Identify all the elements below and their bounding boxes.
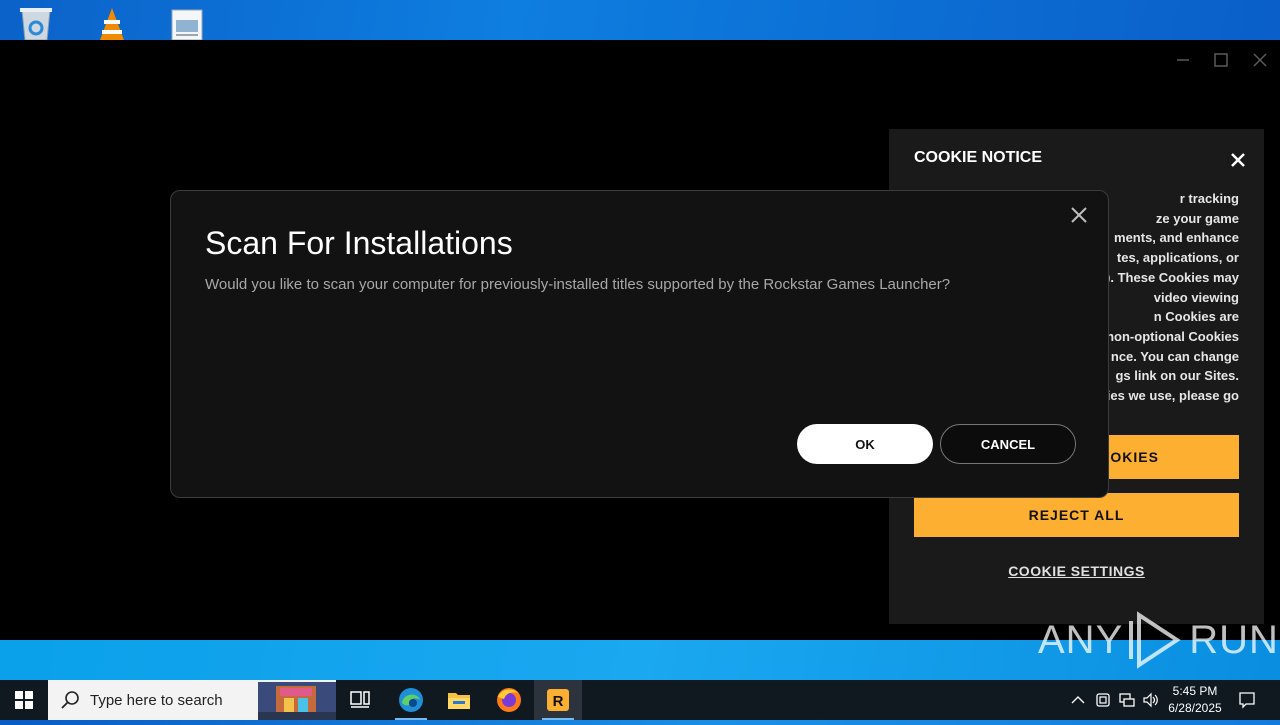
start-button[interactable] [0,680,48,720]
play-logo-icon [1129,611,1181,669]
dialog-message: Would you like to scan your computer for… [205,276,951,293]
maximize-button[interactable] [1206,50,1236,70]
reject-all-button[interactable]: REJECT ALL [914,493,1239,537]
taskbar-clock[interactable]: 5:45 PM 6/28/2025 [1160,683,1230,717]
watermark-text-left: ANY [1038,617,1124,662]
launcher-window: COOKIE NOTICE r tracking ze your game me… [0,40,1280,640]
show-hidden-icons-button[interactable] [1066,680,1090,720]
window-close-button[interactable] [1245,50,1275,70]
watermark-text-right: RUN [1189,617,1279,662]
edge-taskbar-button[interactable] [387,680,435,720]
ok-button[interactable]: OK [797,424,933,464]
chevron-up-icon [1071,696,1085,704]
cancel-button[interactable]: CANCEL [940,424,1076,464]
firefox-icon [497,688,521,712]
file-icon[interactable] [166,6,206,41]
rockstar-icon: R [547,689,569,711]
clock-time: 5:45 PM [1172,684,1218,698]
volume-icon [1143,692,1158,708]
clock-date: 6/28/2025 [1168,701,1222,715]
rockstar-launcher-button[interactable]: R [534,680,582,720]
network-button[interactable] [1116,680,1138,720]
cookie-notice-title: COOKIE NOTICE [914,149,1043,166]
cookie-close-icon[interactable] [1229,151,1247,169]
task-view-button[interactable] [336,680,384,720]
search-icon [61,691,79,709]
search-placeholder: Type here to search [90,691,223,709]
edge-icon [399,688,423,712]
scan-installations-dialog: Scan For Installations Would you like to… [170,190,1109,498]
notification-icon [1239,692,1255,709]
tray-app-icon [1096,693,1110,707]
cookie-settings-link[interactable]: COOKIE SETTINGS [914,563,1239,579]
file-explorer-icon [448,693,470,709]
network-icon [1119,693,1135,707]
dialog-close-icon[interactable] [1069,205,1089,225]
taskbar: Type here to search R 5:45 PM 6/28/2025 [0,680,1280,720]
minimize-button[interactable] [1168,50,1198,70]
desktop-wallpaper-top [0,0,1280,41]
windows-icon [15,691,33,709]
task-view-icon [350,691,370,708]
action-center-button[interactable] [1232,680,1262,720]
dialog-title: Scan For Installations [205,225,513,261]
vlc-icon[interactable] [92,6,132,40]
volume-button[interactable] [1140,680,1162,720]
recycle-bin-icon[interactable] [16,6,56,41]
search-highlight-image [258,682,336,720]
file-explorer-button[interactable] [435,680,483,720]
tray-app-button[interactable] [1092,680,1114,720]
anyrun-watermark: ANY RUN [1038,608,1279,672]
svg-text:R: R [553,693,564,710]
firefox-button[interactable] [485,680,533,720]
